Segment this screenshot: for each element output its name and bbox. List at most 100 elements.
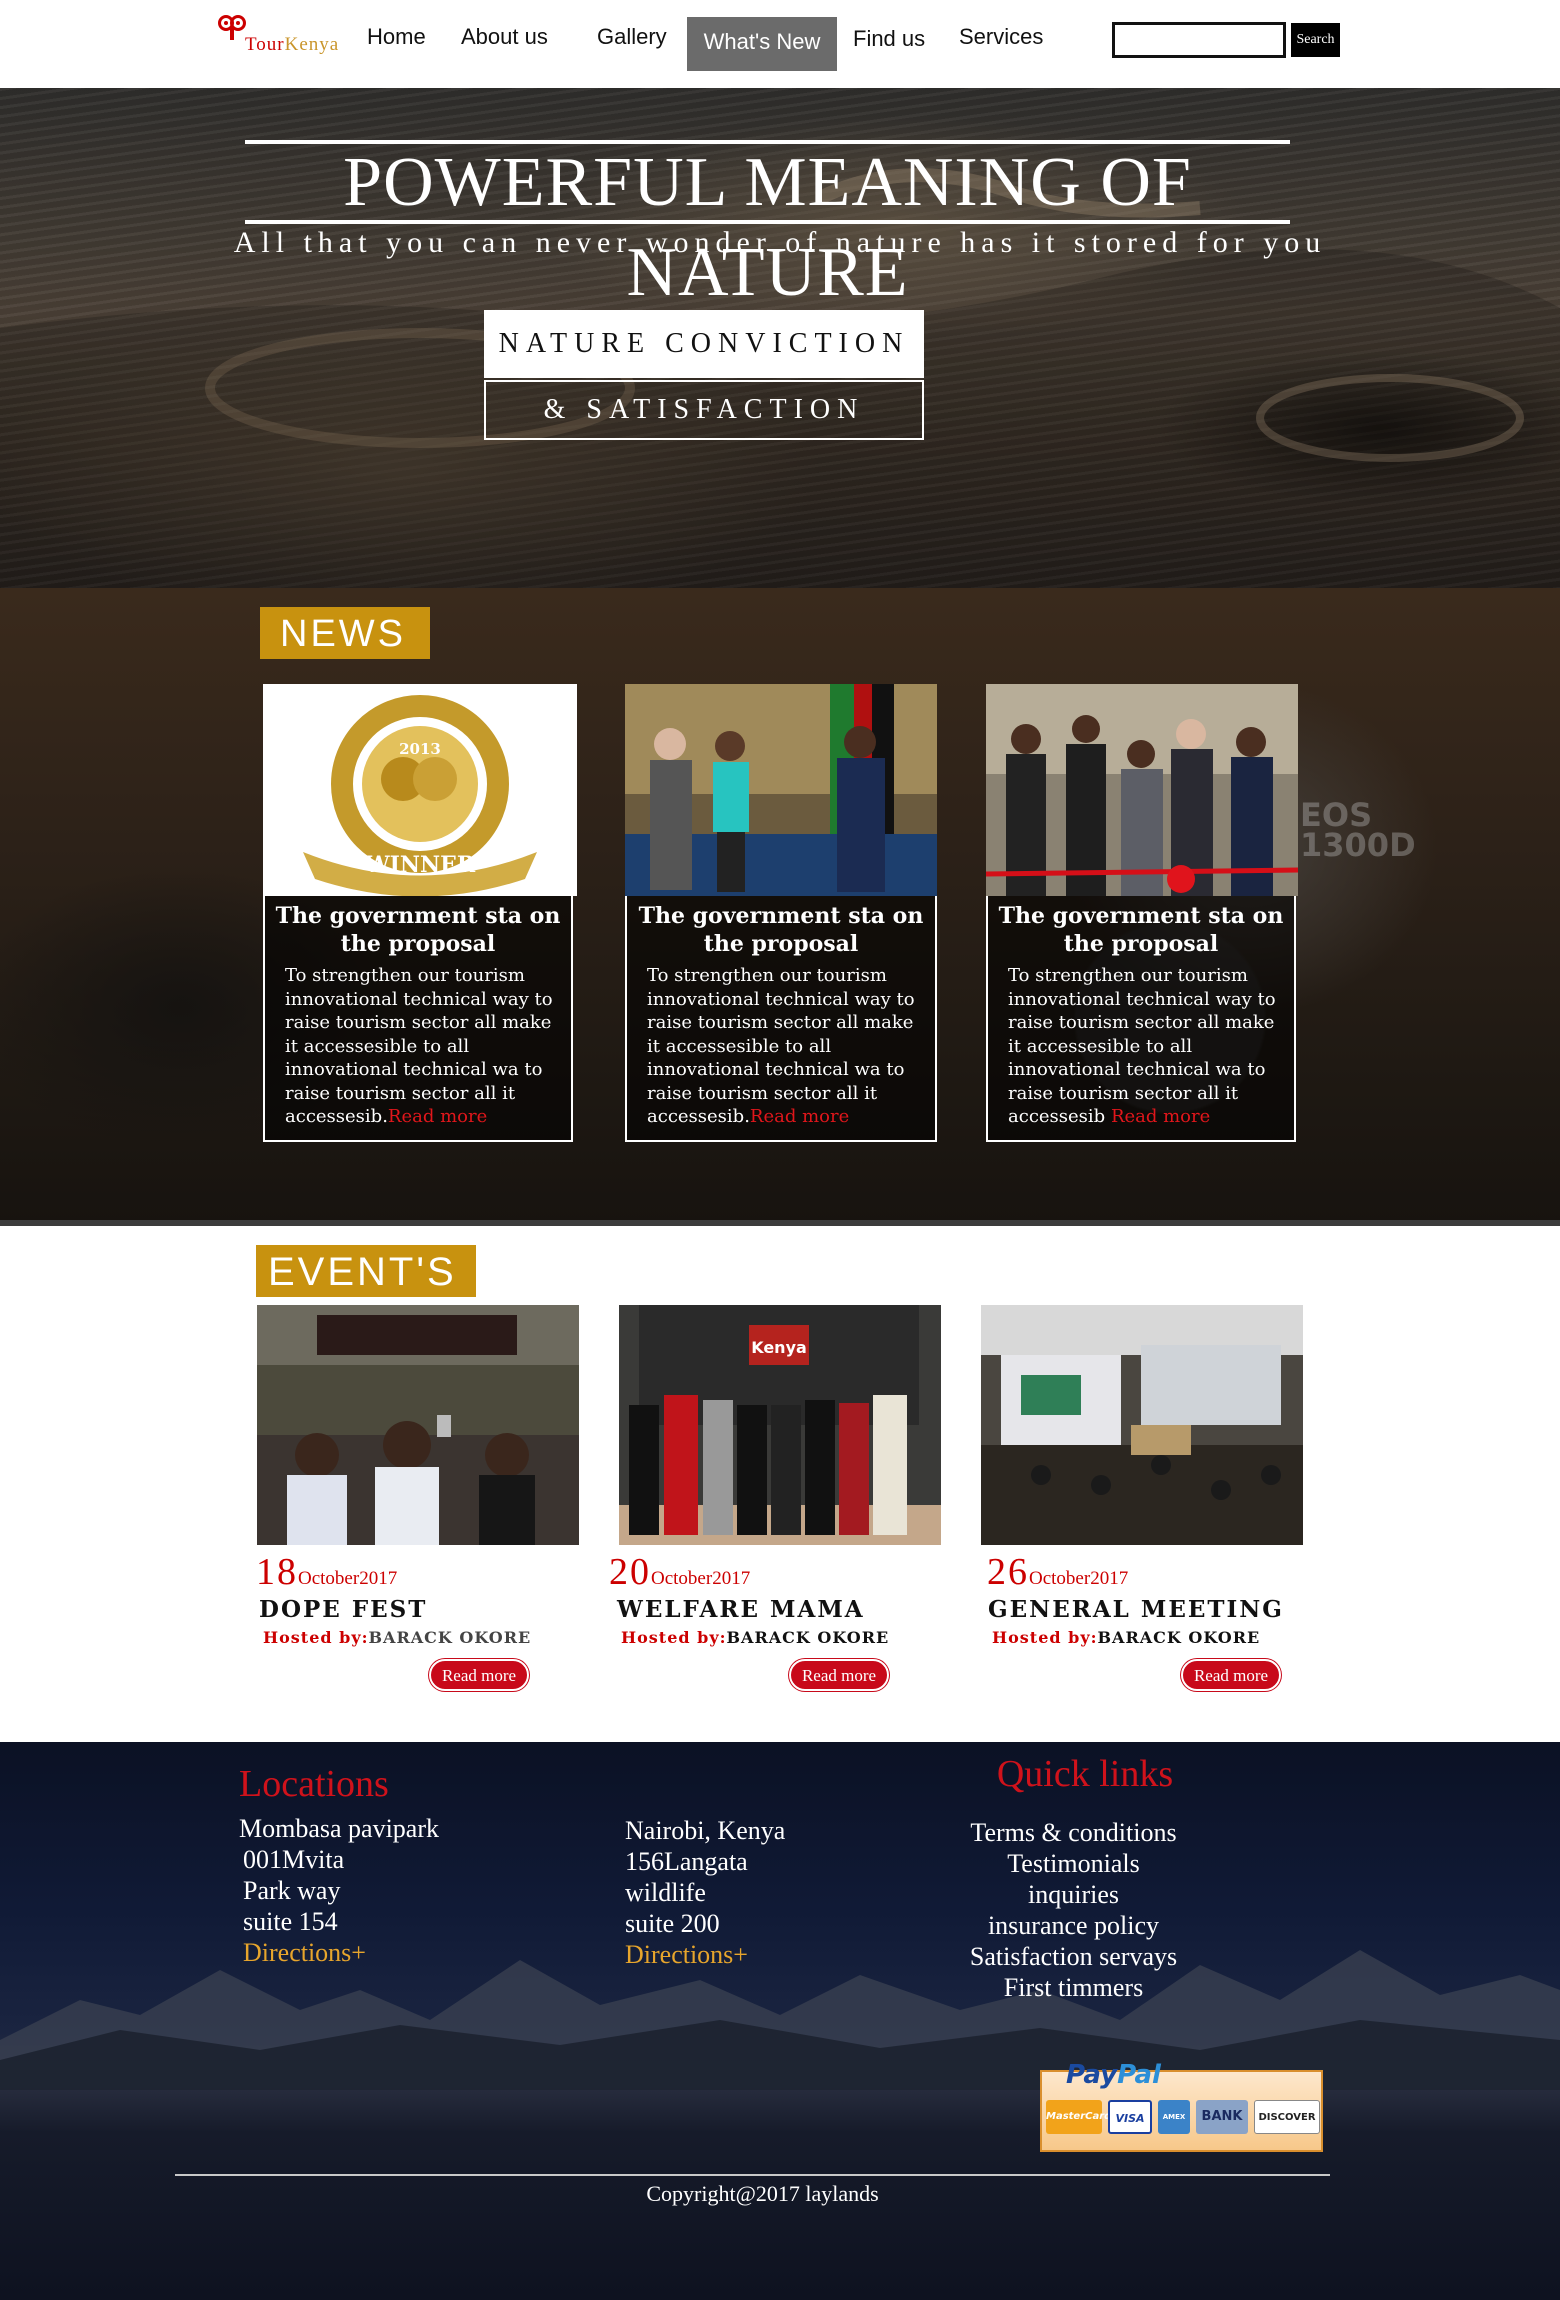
footer-divider: [175, 2174, 1330, 2176]
hero-title-rule-bottom: [245, 220, 1290, 224]
event-image-expo: [981, 1305, 1303, 1545]
hero-subtitle: All that you can never wonder of nature …: [233, 226, 1327, 259]
news-read-more-link[interactable]: Read more: [750, 1106, 849, 1127]
event-day: 26: [987, 1551, 1029, 1593]
svg-text:2013: 2013: [399, 740, 441, 758]
camera-backdrop-mark: EOS 1300D: [1300, 796, 1416, 864]
event-title: DOPE FEST: [259, 1596, 428, 1623]
news-card-text: To strengthen our tourism innovational t…: [285, 965, 553, 1127]
site-header: TourKenya Home About us Gallery What's N…: [0, 0, 1560, 88]
bank-icon: BANK: [1196, 2100, 1248, 2134]
footer-quick-link[interactable]: Terms & conditions: [900, 1817, 1247, 1848]
event-host-name: BARACK OKORE: [726, 1628, 890, 1647]
footer-location1-line: Mombasa pavipark: [239, 1814, 440, 1843]
svg-text:WINNER: WINNER: [364, 852, 476, 878]
search-button[interactable]: Search: [1290, 22, 1341, 58]
footer-quick-link[interactable]: insurance policy: [900, 1910, 1247, 1941]
news-heading: NEWS: [260, 607, 430, 659]
event-date: 26October2017: [987, 1550, 1128, 1594]
paypal-word-pal: Pal: [1117, 2060, 1161, 2090]
footer-locations-heading: Locations: [239, 1763, 389, 1805]
event-host-label: Hosted by:: [992, 1628, 1098, 1647]
hero-tagline-box: NATURE CONVICTION: [484, 310, 924, 378]
event-month: October2017: [298, 1568, 398, 1589]
footer-location1-line: 001Mvita: [243, 1845, 345, 1874]
nav-find-us[interactable]: Find us: [853, 26, 925, 52]
news-card: The government sta on the proposal To st…: [986, 684, 1298, 1142]
news-card-text: To strengthen our tourism innovational t…: [1008, 965, 1276, 1127]
footer-quick-link[interactable]: Testimonials: [900, 1848, 1247, 1879]
event-month: October2017: [1029, 1568, 1129, 1589]
footer-copyright: Copyright@2017 laylands: [646, 2181, 879, 2206]
event-host-label: Hosted by:: [621, 1628, 727, 1647]
news-card-text: To strengthen our tourism innovational t…: [647, 965, 915, 1127]
visa-icon: VISA: [1108, 2100, 1152, 2134]
events-heading: EVENT'S: [256, 1245, 476, 1297]
footer-quick-links-heading: Quick links: [996, 1753, 1174, 1795]
news-divider: [0, 1220, 1560, 1226]
site-logo[interactable]: TourKenya: [215, 12, 338, 62]
event-image-concert: [257, 1305, 579, 1545]
news-card-title: The government sta on the proposal: [638, 903, 924, 957]
logo-wordmark: TourKenya: [245, 34, 339, 56]
news-image-ribbon-cutting: [986, 684, 1298, 896]
event-image-group-photo: Kenya: [619, 1305, 941, 1545]
news-card: WINNER 2013 The government sta on the pr…: [263, 684, 577, 1142]
event-host-name: BARACK OKORE: [368, 1628, 532, 1647]
event-title: GENERAL MEETING: [988, 1596, 1284, 1623]
nav-home[interactable]: Home: [367, 24, 426, 50]
event-read-more-button[interactable]: Read more: [429, 1659, 529, 1691]
footer-location2-line: wildlife: [625, 1878, 706, 1907]
event-host: Hosted by:BARACK OKORE: [621, 1628, 889, 1647]
footer-quick-link[interactable]: First timmers: [900, 1972, 1247, 2003]
event-host-name: BARACK OKORE: [1097, 1628, 1261, 1647]
footer-location2-line: suite 200: [625, 1909, 720, 1938]
logo-letter-t: T: [245, 34, 257, 55]
search-input[interactable]: [1112, 22, 1286, 58]
news-image-handshake: [625, 684, 937, 896]
footer-directions-link[interactable]: Directions+: [625, 1939, 748, 1970]
footer-location2-line: Nairobi, Kenya: [625, 1816, 786, 1845]
nav-services[interactable]: Services: [959, 24, 1043, 50]
news-card-body: To strengthen our tourism innovational t…: [1008, 964, 1292, 1129]
footer-location1-line: suite 154: [243, 1907, 338, 1936]
news-card-title: The government sta on the proposal: [998, 903, 1284, 957]
news-card-body: To strengthen our tourism innovational t…: [647, 964, 931, 1129]
hero-tagline-box-outline: & SATISFACTION: [484, 380, 924, 440]
footer-location1-line: Park way: [243, 1876, 341, 1905]
event-title: WELFARE MAMA: [617, 1596, 865, 1623]
event-read-more-button[interactable]: Read more: [1181, 1659, 1281, 1691]
event-read-more-button[interactable]: Read more: [789, 1659, 889, 1691]
paypal-logo: PayPal: [1066, 2060, 1161, 2090]
event-day: 18: [256, 1551, 298, 1593]
payment-methods-badge: PayPal MasterCard VISA AMEX BANK DISCOVE…: [1040, 2060, 1323, 2152]
nav-whats-new[interactable]: What's New: [687, 17, 837, 71]
discover-icon: DISCOVER: [1254, 2100, 1320, 2134]
nav-gallery[interactable]: Gallery: [597, 24, 667, 50]
news-read-more-link[interactable]: Read more: [388, 1106, 487, 1127]
logo-word-kenya: Kenya: [284, 34, 340, 55]
event-month: October2017: [651, 1568, 751, 1589]
news-read-more-link[interactable]: Read more: [1111, 1106, 1210, 1127]
event-host-label: Hosted by:: [263, 1628, 369, 1647]
footer-quick-link[interactable]: Satisfaction servays: [900, 1941, 1247, 1972]
event-day: 20: [609, 1551, 651, 1593]
logo-word-our: our: [256, 34, 285, 55]
news-image-award: WINNER 2013: [263, 684, 577, 896]
svg-text:Kenya: Kenya: [751, 1338, 807, 1357]
mastercard-icon: MasterCard: [1046, 2100, 1111, 2134]
footer-location2-line: 156Langata: [625, 1847, 748, 1876]
nav-about-us[interactable]: About us: [461, 24, 548, 50]
news-card: The government sta on the proposal To st…: [625, 684, 937, 1142]
event-date: 18October2017: [256, 1550, 397, 1594]
paypal-word-pay: Pay: [1066, 2060, 1118, 2090]
event-date: 20October2017: [609, 1550, 750, 1594]
footer-mountains-image: [0, 1950, 1560, 2090]
footer-quick-link[interactable]: inquiries: [900, 1879, 1247, 1910]
logo-mark-icon: [218, 15, 246, 40]
news-card-body: To strengthen our tourism innovational t…: [285, 964, 569, 1129]
event-host: Hosted by:BARACK OKORE: [992, 1628, 1260, 1647]
amex-icon: AMEX: [1158, 2100, 1190, 2134]
event-host: Hosted by:BARACK OKORE: [263, 1628, 531, 1647]
footer-directions-link[interactable]: Directions+: [243, 1937, 366, 1968]
